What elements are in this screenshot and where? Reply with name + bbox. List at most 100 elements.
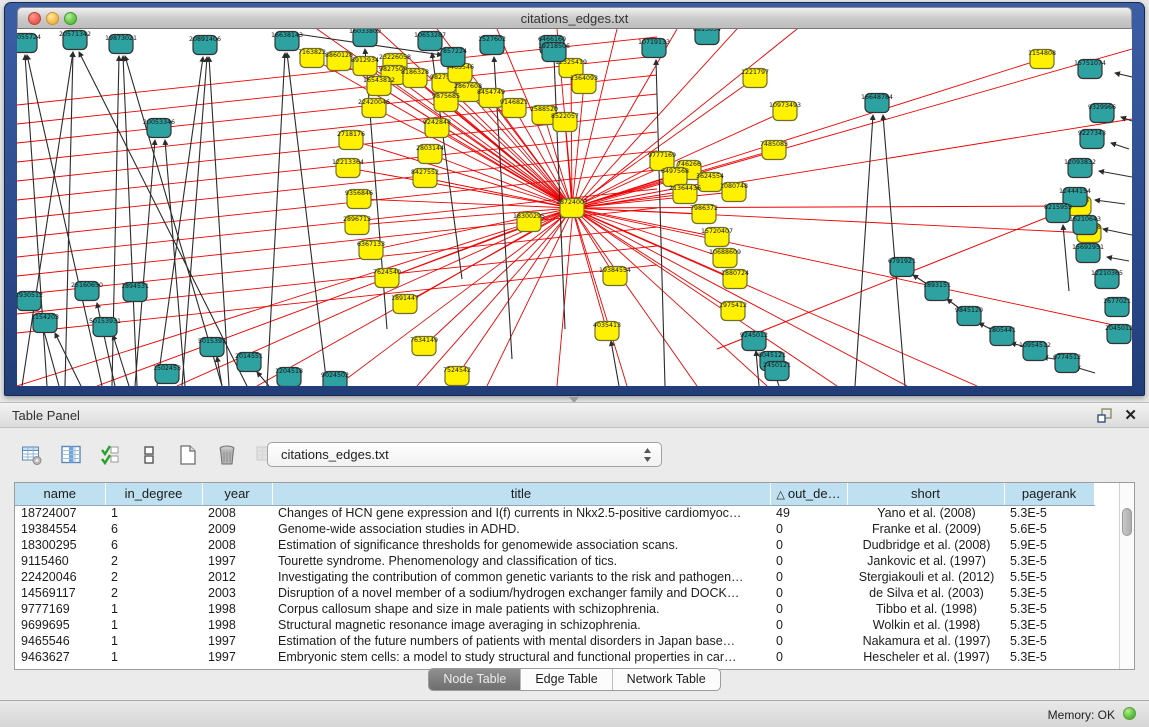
graph-node[interactable]: 7485083 bbox=[760, 141, 788, 160]
column-display-icon[interactable] bbox=[57, 441, 85, 469]
graph-node[interactable]: 16638143 bbox=[271, 32, 303, 51]
graph-node[interactable]: 15692951 bbox=[1072, 244, 1104, 263]
graph-node[interactable]: 12210365 bbox=[1091, 270, 1123, 289]
graph-node[interactable]: 16543812 bbox=[363, 77, 395, 96]
close-panel-icon[interactable]: ✕ bbox=[1124, 406, 1137, 424]
graph-node[interactable]: 8912934 bbox=[351, 57, 379, 76]
graph-node[interactable]: 1154203 bbox=[31, 314, 59, 333]
create-column-icon[interactable] bbox=[174, 441, 202, 469]
table-row[interactable]: 1872400712008Changes of HCN gene express… bbox=[15, 505, 1094, 521]
graph-node[interactable]: 5015393 bbox=[198, 338, 226, 357]
table-row[interactable]: 2242004622012Investigating the contribut… bbox=[15, 569, 1094, 585]
graph-node[interactable]: 20891406 bbox=[189, 36, 221, 55]
column-header-name[interactable]: name bbox=[15, 483, 105, 505]
graph-node[interactable]: 19218506 bbox=[538, 43, 570, 62]
graph-node[interactable]: 2803144 bbox=[416, 145, 444, 164]
column-header-out_de[interactable]: △out_de… bbox=[770, 483, 847, 505]
graph-node[interactable]: 9845120 bbox=[955, 307, 983, 326]
graph-node[interactable]: 12213364 bbox=[332, 159, 364, 178]
tab-node-table[interactable]: Node Table bbox=[429, 669, 521, 690]
graph-node[interactable]: 9329966 bbox=[1088, 104, 1116, 123]
graph-node[interactable]: 2045012 bbox=[1105, 325, 1132, 344]
graph-node[interactable]: 1080748 bbox=[720, 183, 748, 202]
graph-node[interactable]: 6791921 bbox=[888, 258, 916, 277]
table-selector-dropdown[interactable]: citations_edges.txt bbox=[267, 442, 662, 467]
graph-node[interactable]: 8186328 bbox=[401, 69, 429, 88]
graph-node[interactable]: 22420046 bbox=[358, 99, 390, 118]
graph-node[interactable]: 8813054 bbox=[693, 29, 721, 45]
table-row[interactable]: 1456911722003Disruption of a novel membe… bbox=[15, 585, 1094, 601]
graph-node[interactable]: 1880724 bbox=[721, 270, 749, 289]
graph-node[interactable]: 1204518 bbox=[275, 368, 303, 387]
graph-node[interactable]: 12093832 bbox=[1064, 159, 1096, 178]
graph-node[interactable]: 19055724 bbox=[17, 34, 41, 53]
graph-node[interactable]: 50153931 bbox=[89, 318, 121, 337]
table-row[interactable]: 911546021997Tourette syndrome. Phenomeno… bbox=[15, 553, 1094, 569]
graph-node[interactable]: 1805441 bbox=[988, 327, 1016, 346]
graph-node[interactable]: 2014551 bbox=[235, 353, 263, 372]
graph-node[interactable]: 1893151 bbox=[923, 282, 951, 301]
graph-node[interactable]: 1891447 bbox=[391, 295, 419, 314]
graph-node[interactable]: 18300295 bbox=[513, 213, 545, 232]
graph-node[interactable]: 8215953 bbox=[1044, 204, 1072, 223]
cell-view-icon[interactable] bbox=[135, 441, 163, 469]
graph-node[interactable]: 1677021 bbox=[1103, 298, 1131, 317]
column-header-pagerank[interactable]: pagerank bbox=[1004, 483, 1094, 505]
graph-node[interactable]: 1527602 bbox=[478, 36, 506, 55]
column-header-title[interactable]: title bbox=[272, 483, 770, 505]
graph-node[interactable]: 8860128 bbox=[325, 52, 353, 71]
graph-node[interactable]: 10719133 bbox=[638, 39, 670, 58]
network-view-canvas[interactable]: 1872400771638228860128891293423226058982… bbox=[17, 29, 1132, 386]
scrollbar-thumb[interactable] bbox=[1122, 508, 1132, 536]
graph-node[interactable]: 1502453 bbox=[153, 365, 181, 384]
graph-node[interactable]: 1894531 bbox=[121, 283, 149, 302]
column-header-short[interactable]: short bbox=[847, 483, 1004, 505]
table-row[interactable]: 977716911998Corpus callosum shape and si… bbox=[15, 601, 1094, 617]
graph-node[interactable]: 1930512 bbox=[17, 292, 43, 311]
table-mode-icon[interactable] bbox=[18, 441, 46, 469]
graph-node[interactable]: 16648784 bbox=[861, 94, 893, 113]
graph-node[interactable]: 9242848 bbox=[423, 119, 451, 138]
graph-node[interactable]: 16210643 bbox=[1069, 216, 1101, 235]
graph-node[interactable]: 7634149 bbox=[410, 337, 438, 356]
graph-node[interactable]: 9024502 bbox=[321, 372, 349, 387]
graph-node[interactable]: 1975412 bbox=[719, 302, 747, 321]
graph-node[interactable]: 18724007 bbox=[556, 199, 588, 218]
graph-node[interactable]: 2896713 bbox=[343, 216, 371, 235]
citation-network-graph[interactable]: 1872400771638228860128891293423226058982… bbox=[17, 29, 1132, 386]
float-panel-icon[interactable] bbox=[1097, 408, 1113, 424]
delete-column-icon[interactable] bbox=[213, 441, 241, 469]
graph-node[interactable]: 10973493 bbox=[769, 102, 801, 121]
table-vertical-scrollbar[interactable] bbox=[1119, 483, 1134, 669]
graph-node[interactable]: 1364093 bbox=[570, 75, 598, 94]
graph-node[interactable]: 6367133 bbox=[357, 241, 385, 260]
graph-node[interactable]: 21364436 bbox=[669, 185, 701, 204]
graph-node[interactable]: 7624540 bbox=[373, 269, 401, 288]
graph-node[interactable]: 2718176 bbox=[337, 131, 365, 150]
table-row[interactable]: 946362711997Embryonic stem cells: a mode… bbox=[15, 649, 1094, 665]
graph-node[interactable]: 15720407 bbox=[701, 228, 733, 247]
graph-node[interactable]: 9356846 bbox=[345, 190, 373, 209]
graph-node[interactable]: 25160650 bbox=[71, 282, 103, 301]
graph-node[interactable]: 10688609 bbox=[709, 249, 741, 268]
graph-node[interactable]: 9146821 bbox=[500, 99, 528, 118]
table-row[interactable]: 1830029562008Estimation of significance … bbox=[15, 537, 1094, 553]
graph-node[interactable]: 8427552 bbox=[411, 169, 439, 188]
table-row[interactable]: 946554611997Estimation of the future num… bbox=[15, 633, 1094, 649]
window-titlebar[interactable]: citations_edges.txt bbox=[17, 7, 1132, 29]
graph-node[interactable]: 6774512 bbox=[1053, 354, 1081, 373]
column-header-in_degree[interactable]: in_degree bbox=[105, 483, 202, 505]
graph-node[interactable]: 1221797 bbox=[741, 69, 769, 88]
graph-node[interactable]: 15751074 bbox=[1074, 60, 1106, 79]
graph-node[interactable]: 7524542 bbox=[443, 367, 471, 386]
graph-node[interactable]: 16033809 bbox=[349, 29, 381, 47]
graph-node[interactable]: 20571342 bbox=[59, 31, 91, 50]
tab-network-table[interactable]: Network Table bbox=[613, 669, 720, 690]
graph-node[interactable]: 7163822 bbox=[298, 49, 326, 68]
graph-node[interactable]: 4035413 bbox=[593, 322, 621, 341]
graph-node[interactable]: 9227343 bbox=[1078, 130, 1106, 149]
tab-edge-table[interactable]: Edge Table bbox=[521, 669, 612, 690]
graph-node[interactable]: 9245012 bbox=[740, 332, 768, 351]
table-row[interactable]: 969969511998Structural magnetic resonanc… bbox=[15, 617, 1094, 633]
graph-node[interactable]: 6497568 bbox=[661, 168, 689, 187]
